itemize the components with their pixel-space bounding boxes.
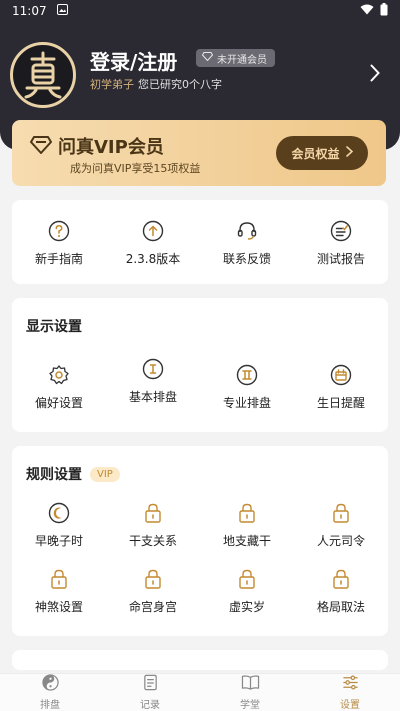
sliders-icon [342, 674, 359, 694]
vip-diamond-icon [30, 136, 52, 158]
chart-basic-icon [140, 356, 166, 382]
vip-banner[interactable]: 问真VIP会员 成为问真VIP享受15项权益 会员权益 [12, 120, 386, 186]
vip-tag: VIP [90, 466, 120, 482]
rule-item-label: 地支藏干 [222, 534, 271, 548]
display-item-label: 生日提醒 [316, 396, 365, 410]
calendar-icon [328, 362, 354, 388]
user-subline: 初学弟子 您已研究0个八字 [90, 76, 222, 92]
user-summary: 您已研究0个八字 [138, 78, 222, 91]
rule-item-label: 格局取法 [316, 600, 365, 614]
lock-icon [46, 566, 72, 592]
tab-label: 排盘 [40, 700, 60, 711]
rule-item-label: 干支关系 [128, 534, 177, 548]
lock-icon [328, 566, 354, 592]
display-settings-title: 显示设置 [26, 319, 82, 335]
headset-icon [234, 218, 260, 244]
rule-item-hidden-stems[interactable]: 地支藏干 [200, 500, 294, 549]
gear-icon [46, 362, 72, 388]
display-item-preferences[interactable]: 偏好设置 [12, 362, 106, 411]
next-card-peek [12, 650, 388, 670]
rule-settings-card: 规则设置 VIP 早晚子时 干支关系 地支藏干 人元司令 神煞设置 命宫身宫 虚… [12, 446, 388, 636]
question-icon [46, 218, 72, 244]
quick-link-version[interactable]: 2.3.8版本 [106, 218, 200, 267]
rule-item-minggong-shengong[interactable]: 命宫身宫 [106, 566, 200, 615]
rule-item-nominal-age[interactable]: 虚实岁 [200, 566, 294, 615]
rule-item-shensha[interactable]: 神煞设置 [12, 566, 106, 615]
quick-links-card: 新手指南 2.3.8版本 联系反馈 测试报告 [12, 200, 388, 284]
report-icon [328, 218, 354, 244]
quick-link-report[interactable]: 测试报告 [294, 218, 388, 267]
wifi-icon [360, 4, 374, 18]
member-badge-label: 未开通会员 [217, 54, 267, 66]
quick-link-feedback[interactable]: 联系反馈 [200, 218, 294, 267]
status-time: 11:07 [12, 4, 47, 18]
chart-pro-icon [234, 362, 260, 388]
tab-label: 设置 [340, 700, 360, 711]
lock-icon [234, 566, 260, 592]
rule-item-label: 虚实岁 [228, 600, 265, 614]
member-status-badge: 未开通会员 [196, 49, 275, 67]
note-icon [142, 674, 159, 694]
display-item-label: 专业排盘 [222, 396, 271, 410]
diamond-icon [201, 52, 214, 64]
member-benefits-button[interactable]: 会员权益 [276, 136, 368, 170]
quick-link-label: 2.3.8版本 [125, 252, 181, 266]
rule-item-label: 神煞设置 [34, 600, 83, 614]
display-item-basic-chart[interactable]: 基本排盘 [106, 356, 200, 411]
chevron-right-icon[interactable] [370, 64, 380, 86]
rule-item-ganzhi-relation[interactable]: 干支关系 [106, 500, 200, 549]
chevron-right-icon [345, 146, 353, 160]
display-item-pro-chart[interactable]: 专业排盘 [200, 362, 294, 411]
rule-item-label: 命宫身宫 [128, 600, 177, 614]
lock-icon [140, 500, 166, 526]
display-item-label: 偏好设置 [34, 396, 83, 410]
battery-icon [380, 3, 388, 19]
member-benefits-label: 会员权益 [291, 146, 340, 161]
tab-settings[interactable]: 设置 [300, 674, 400, 711]
rule-item-pattern-method[interactable]: 格局取法 [294, 566, 388, 615]
quick-link-label: 新手指南 [34, 252, 83, 266]
book-icon [241, 674, 260, 694]
quick-link-label: 联系反馈 [222, 252, 271, 266]
logo-zhen-icon [24, 51, 62, 99]
display-item-label: 基本排盘 [128, 390, 177, 404]
upload-icon [140, 218, 166, 244]
rule-item-early-late-zi[interactable]: 早晚子时 [12, 500, 106, 549]
gallery-notification-icon [56, 4, 68, 18]
rule-settings-title: 规则设置 VIP [26, 464, 120, 484]
rule-item-label: 早晚子时 [34, 534, 83, 548]
tab-paipan[interactable]: 排盘 [0, 674, 100, 711]
tab-records[interactable]: 记录 [100, 674, 200, 711]
quick-link-guide[interactable]: 新手指南 [12, 218, 106, 267]
bottom-tab-bar: 排盘 记录 学堂 设置 [0, 673, 400, 711]
lock-icon [140, 566, 166, 592]
avatar[interactable] [10, 42, 76, 108]
moon-icon [46, 500, 72, 526]
tab-school[interactable]: 学堂 [200, 674, 300, 711]
user-level: 初学弟子 [90, 78, 134, 91]
rule-item-renyuan-siling[interactable]: 人元司令 [294, 500, 388, 549]
tab-label: 记录 [140, 700, 160, 711]
status-bar: 11:07 [0, 0, 400, 22]
lock-icon [328, 500, 354, 526]
login-register-link[interactable]: 登录/注册 [90, 46, 177, 75]
display-item-birthday-reminder[interactable]: 生日提醒 [294, 362, 388, 411]
lock-icon [234, 500, 260, 526]
vip-subtitle: 成为问真VIP享受15项权益 [70, 162, 201, 175]
vip-title: 问真VIP会员 [58, 137, 164, 158]
rule-item-label: 人元司令 [316, 534, 365, 548]
quick-link-label: 测试报告 [316, 252, 365, 266]
tab-label: 学堂 [240, 700, 260, 711]
display-settings-card: 显示设置 偏好设置 基本排盘 专业排盘 生日提醒 [12, 298, 388, 432]
yinyang-icon [41, 674, 59, 694]
